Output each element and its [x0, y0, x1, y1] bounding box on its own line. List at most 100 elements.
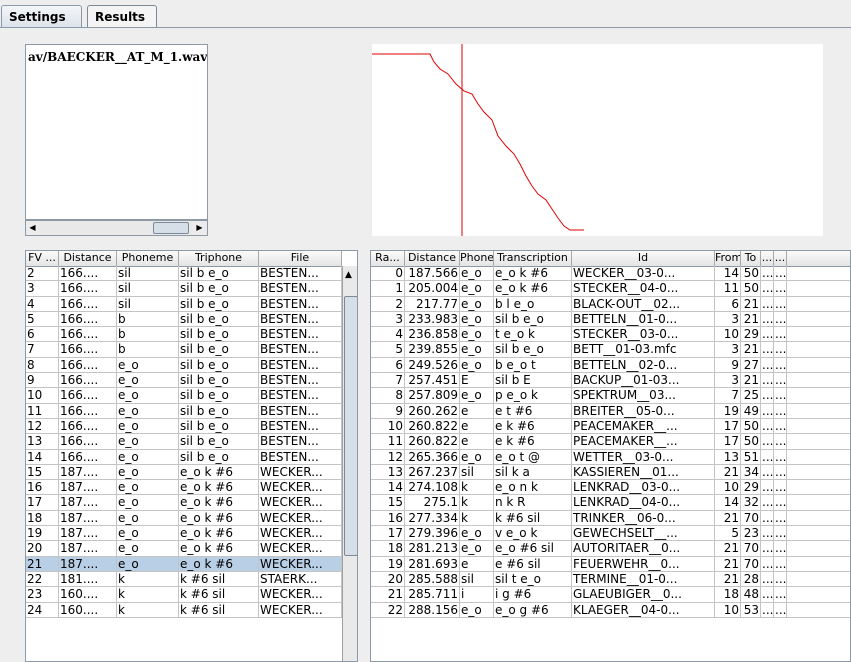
table-cell: 15 [26, 464, 59, 480]
file-list-horizontal-scrollbar[interactable]: ◀ ▶ [25, 220, 208, 236]
column-header[interactable]: ... [761, 251, 774, 266]
scroll-left-arrow-icon[interactable]: ◀ [26, 221, 39, 235]
table-cell: 15 [371, 495, 405, 510]
table-cell: ... [762, 526, 774, 541]
table-row[interactable]: 8 257.809 e_o p e_o k SPEKTRUM__03... 7 25....… [371, 388, 850, 404]
table-row[interactable]: 11 166.... e_o sil b e_o BESTEN... [26, 403, 342, 419]
table-row[interactable]: 16 187.... e_o e_o k #6 WECKER... [26, 480, 342, 496]
table-row[interactable]: 18 281.213 e_o e_o #6 sil AUTORITAER__0... 21… [371, 541, 850, 557]
table-cell: ... [775, 587, 787, 602]
table-row[interactable]: 19 281.693 e e #6 sil FEUERWEHR__0... 21 70...… [371, 556, 850, 572]
table-cell: sil b e_o [179, 388, 259, 403]
table-cell: 13 [26, 434, 59, 449]
column-header[interactable]: Phone [460, 251, 494, 266]
table-row[interactable]: 2 217.77 e_o b l e_o BLACK-OUT__02... 6 21....… [371, 296, 850, 312]
tab-results[interactable]: Results [87, 5, 157, 27]
table-cell: 3 [715, 342, 741, 357]
table-cell: WECKER... [259, 556, 342, 571]
table-row[interactable]: 15 275.1 k n k R LENKRAD__04-0... 14 32...... [371, 495, 850, 511]
scroll-up-arrow-icon[interactable]: ▲ [345, 270, 352, 280]
table-row[interactable]: 17 187.... e_o e_o k #6 WECKER... [26, 495, 342, 511]
column-header[interactable]: ... [774, 251, 787, 266]
column-header[interactable]: Distance [59, 251, 117, 266]
column-header[interactable]: Transcription [494, 251, 572, 266]
table-row[interactable]: 5 166.... b sil b e_o BESTEN... [26, 311, 342, 328]
column-header[interactable]: File [259, 251, 342, 266]
table-row[interactable]: 9 260.262 e e t #6 BREITER__05-0... 19 49.....… [371, 403, 850, 419]
table-cell: sil [460, 571, 494, 587]
table-row[interactable]: 3 233.983 e_o sil b e_o BETTELN__01-0... 3 21.… [371, 311, 850, 328]
table-row[interactable]: 6 166.... b sil b e_o BESTEN... [26, 327, 342, 343]
table-row[interactable]: 13 166.... e_o sil b e_o BESTEN... [26, 434, 342, 450]
table-row[interactable]: 3 166.... sil sil b e_o BESTEN... [26, 281, 342, 297]
table-row[interactable]: 9 166.... e_o sil b e_o BESTEN... [26, 373, 342, 389]
table-row[interactable]: 4 236.858 e_o t e_o k STECKER__03-0... 10 29..… [371, 327, 850, 343]
table-cell: BREITER__05-0... [572, 403, 715, 418]
table-cell: 187.... [59, 480, 117, 495]
table-cell: sil b E [494, 373, 572, 388]
table-cell: e_o [117, 495, 179, 510]
column-header[interactable]: Ra... [371, 251, 405, 266]
table-cell: ... [775, 556, 787, 571]
table-row[interactable]: 2 166.... sil sil b e_o BESTEN... [26, 266, 342, 282]
distance-plot[interactable] [372, 44, 823, 236]
table-row[interactable]: 23 160.... k k #6 sil WECKER... [26, 587, 342, 603]
scroll-thumb[interactable] [153, 222, 189, 234]
table-row[interactable]: 22 181.... k k #6 sil STAERK... [26, 571, 342, 588]
table-row[interactable]: 22 288.156 e_o e_o g #6 KLAEGER__04-0... 10 53… [371, 602, 850, 618]
table-row[interactable]: 10 166.... e_o sil b e_o BESTEN... [26, 388, 342, 404]
search-results-table[interactable]: Ra... Distance Phone Transcription Id Fr… [370, 250, 851, 662]
table-row[interactable]: 17 279.396 e_o v e_o k GEWECHSELT__... 5 23...… [371, 526, 850, 542]
table-row[interactable]: 19 187.... e_o e_o k #6 WECKER... [26, 526, 342, 542]
table-cell: 23 [741, 526, 761, 541]
column-header[interactable]: Phoneme [117, 251, 179, 266]
table-cell: 53 [741, 602, 761, 617]
table-cell: ... [775, 296, 787, 311]
column-header[interactable]: Triphone [179, 251, 259, 266]
table-cell: 166.... [59, 357, 117, 373]
table-row[interactable]: 20 187.... e_o e_o k #6 WECKER... [26, 541, 342, 557]
column-header[interactable]: FV ... [26, 251, 59, 266]
column-header[interactable]: From [715, 251, 741, 266]
table-cell: 285.588 [405, 571, 460, 587]
table-row[interactable]: 24 160.... k k #6 sil WECKER... [26, 602, 342, 618]
table-row[interactable]: 15 187.... e_o e_o k #6 WECKER... [26, 464, 342, 481]
table-cell: e_o [460, 311, 494, 327]
table-row[interactable]: 18 187.... e_o e_o k #6 WECKER... [26, 510, 342, 527]
column-header[interactable]: Id [572, 251, 715, 266]
table-row[interactable]: 16 277.334 k k #6 sil TRINKER__06-0... 21 70..… [371, 510, 850, 527]
table-row[interactable]: 0 187.566 e_o e_o k #6 WECKER__03-0... 14 50..… [371, 266, 850, 282]
feature-vector-table[interactable]: FV ... Distance Phoneme Triphone File 21… [25, 250, 358, 662]
table-row[interactable]: 1 205.004 e_o e_o k #6 STECKER__04-0... 11 50.… [371, 281, 850, 297]
table-row[interactable]: 10 260.822 e e k #6 PEACEMAKER__... 17 50.....… [371, 418, 850, 435]
tab-settings[interactable]: Settings [1, 5, 82, 27]
table-row[interactable]: 12 166.... e_o sil b e_o BESTEN... [26, 418, 342, 435]
file-list-item[interactable]: av/BAECKER__AT_M_1.wav [26, 45, 207, 64]
table-row[interactable]: 7 166.... b sil b e_o BESTEN... [26, 342, 342, 358]
table-cell: ... [762, 373, 774, 388]
table-row[interactable]: 4 166.... sil sil b e_o BESTEN... [26, 296, 342, 312]
scroll-thumb[interactable] [344, 296, 357, 556]
table-cell: b l e_o [494, 296, 572, 311]
table-row[interactable]: 6 249.526 e_o b e_o t BETTELN__02-0... 9 27...… [371, 357, 850, 374]
table-row[interactable]: 14 274.108 k e_o n k LENKRAD__03-0... 10 29...… [371, 480, 850, 496]
table-cell: 21 [741, 311, 761, 327]
table-row[interactable]: 21 285.711 i i g #6 GLAEUBIGER__0... 18 48....… [371, 587, 850, 603]
table-row[interactable]: 7 257.451 Esil b E BACKUP__01-03... 3 21.....… [371, 373, 850, 389]
table-row[interactable]: 11 260.822 e e k #6 PEACEMAKER__... 17 50.....… [371, 434, 850, 450]
table-row[interactable]: 21 187.... e_o e_o k #6 WECKER... [26, 556, 342, 572]
column-header[interactable]: To [741, 251, 761, 266]
table-cell: WECKER... [259, 526, 342, 541]
table-row[interactable]: 5 239.855 e_o sil b e_o BETT__01-03.mfc 3 21..… [371, 342, 850, 358]
table-row[interactable]: 12 265.366 e_o e_o t @ WETTER__03-0... 13 51..… [371, 449, 850, 465]
table-row[interactable]: 13 267.237 sil sil k a KASSIEREN__01... 21 34.… [371, 464, 850, 481]
column-header[interactable]: Distance [405, 251, 460, 266]
table-row[interactable]: 20 285.588 sil sil t e_o TERMINE__01-0... 21 2… [371, 571, 850, 588]
table-cell: e_o k #6 [179, 495, 259, 510]
table-cell: BETT__01-03.mfc [572, 342, 715, 357]
table-row[interactable]: 14 166.... e_o sil b e_o BESTEN... [26, 449, 342, 465]
file-list[interactable]: av/BAECKER__AT_M_1.wav [25, 44, 208, 220]
table-row[interactable]: 8 166.... e_o sil b e_o BESTEN... [26, 357, 342, 374]
table-vertical-scrollbar[interactable]: ▲ [342, 266, 357, 661]
scroll-right-arrow-icon[interactable]: ▶ [193, 221, 206, 235]
